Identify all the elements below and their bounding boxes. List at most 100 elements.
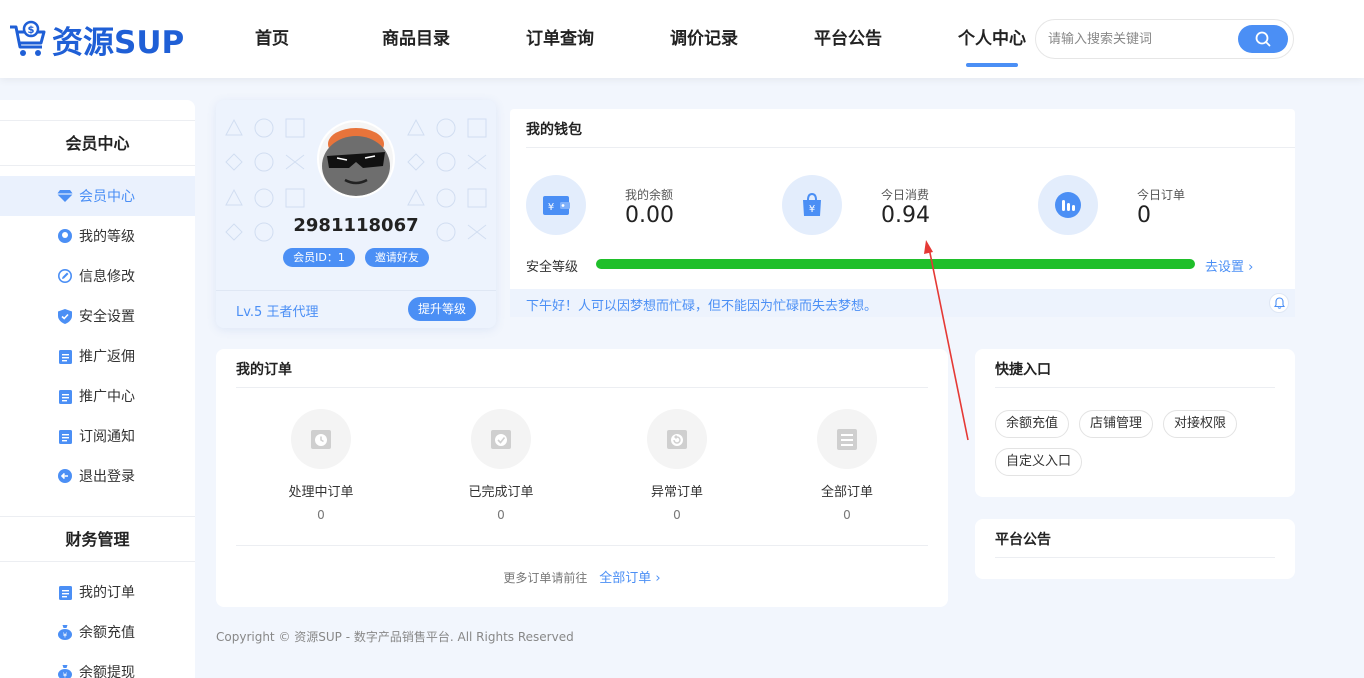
order-label: 处理中订单 xyxy=(288,485,354,500)
shopping-bag-icon: ¥ xyxy=(782,175,842,235)
stat-value: 0.94 xyxy=(881,203,930,228)
sidebar-section-finance: 财务管理 xyxy=(0,516,195,562)
sidebar-item-edit-info[interactable]: 信息修改 xyxy=(0,256,195,296)
member-id-badge: 会员ID：1 xyxy=(283,248,355,267)
wallet-title: 我的钱包 xyxy=(526,122,582,138)
nav-order-query[interactable]: 订单查询 xyxy=(488,0,632,78)
greeting-bar: 下午好！人可以因梦想而忙碌，但不能因为忙碌而失去梦想。 xyxy=(510,289,1295,317)
main-nav: 首页 商品目录 订单查询 调价记录 平台公告 个人中心 xyxy=(200,0,1064,78)
greeting-text: 下午好！人可以因梦想而忙碌，但不能因为忙碌而失去梦想。 xyxy=(526,299,878,314)
logout-icon xyxy=(57,468,73,484)
nav-price-history[interactable]: 调价记录 xyxy=(632,0,776,78)
order-count: 0 xyxy=(317,508,325,522)
sidebar-item-label: 订阅通知 xyxy=(79,429,135,445)
chevron-right-icon: › xyxy=(1248,260,1254,275)
stat-label: 我的余额 xyxy=(625,188,674,202)
all-orders-link[interactable]: 全部订单 › xyxy=(599,571,660,586)
diamond-icon xyxy=(57,188,73,204)
sidebar-item-logout[interactable]: 退出登录 xyxy=(0,456,195,496)
edit-icon xyxy=(57,268,73,284)
list-icon xyxy=(817,409,877,469)
sidebar-item-label: 我的等级 xyxy=(79,229,135,245)
order-label: 异常订单 xyxy=(650,485,703,500)
stat-value: 0 xyxy=(1137,203,1151,228)
avatar[interactable] xyxy=(317,120,395,198)
search-icon xyxy=(1255,31,1271,47)
nav-announcements[interactable]: 平台公告 xyxy=(776,0,920,78)
order-all[interactable]: 全部订单 0 xyxy=(777,409,917,522)
orders-footer-text: 更多订单请前往 xyxy=(503,571,588,585)
divider xyxy=(995,557,1275,558)
sidebar-item-label: 会员中心 xyxy=(79,189,135,205)
search-input[interactable] xyxy=(1048,28,1238,50)
bell-icon[interactable] xyxy=(1269,293,1289,313)
search-button[interactable] xyxy=(1238,25,1288,53)
shield-icon xyxy=(57,308,73,324)
sidebar-item-withdraw[interactable]: ¥ 余额提现 xyxy=(0,652,195,678)
member-level: Lv.5 王者代理 xyxy=(236,305,319,320)
sidebar-item-label: 余额充值 xyxy=(79,625,135,641)
sidebar-item-label: 安全设置 xyxy=(79,309,135,325)
stat-label: 今日订单 xyxy=(1137,188,1186,202)
sidebar-item-my-level[interactable]: 我的等级 xyxy=(0,216,195,256)
quick-entry-card: 快捷入口 余额充值 店铺管理 对接权限 自定义入口 xyxy=(975,349,1295,497)
quick-api-permission[interactable]: 对接权限 xyxy=(1163,410,1238,438)
order-count: 0 xyxy=(497,508,505,522)
sidebar-item-promo-rebate[interactable]: 推广返佣 xyxy=(0,336,195,376)
sidebar-section-member: 会员中心 xyxy=(0,120,195,166)
upgrade-level-button[interactable]: 提升等级 xyxy=(407,297,476,321)
quick-custom-entry[interactable]: 自定义入口 xyxy=(995,448,1083,476)
order-count: 0 xyxy=(843,508,851,522)
top-header: $ 资源SUP 首页 商品目录 订单查询 调价记录 平台公告 个人中心 xyxy=(0,0,1364,78)
notice-title: 平台公告 xyxy=(995,532,1051,548)
sidebar-item-security[interactable]: 安全设置 xyxy=(0,296,195,336)
orders-footer: 更多订单请前往 全部订单 › xyxy=(216,567,948,586)
all-orders-link-text: 全部订单 xyxy=(599,571,652,586)
logo-text: 资源SUP xyxy=(52,24,185,61)
sidebar-item-promo-center[interactable]: 推广中心 xyxy=(0,376,195,416)
sidebar-item-my-orders[interactable]: 我的订单 xyxy=(0,572,195,612)
copyright: Copyright © 资源SUP - 数字产品销售平台. All Rights… xyxy=(216,630,574,644)
money-bag-icon: ¥ xyxy=(57,664,73,678)
nav-home[interactable]: 首页 xyxy=(200,0,344,78)
clipboard-icon xyxy=(57,348,73,364)
search-box xyxy=(1035,19,1294,59)
profile-card: 2981118067 会员ID：1 邀请好友 Lv.5 王者代理 提升等级 xyxy=(216,100,496,328)
sidebar-item-label: 余额提现 xyxy=(79,665,135,678)
security-settings-link[interactable]: 去设置 › xyxy=(1205,256,1253,275)
divider xyxy=(526,147,1295,148)
svg-text:¥: ¥ xyxy=(809,204,815,215)
quick-recharge[interactable]: 余额充值 xyxy=(995,410,1070,438)
quick-entry-list: 余额充值 店铺管理 对接权限 自定义入口 xyxy=(995,410,1285,476)
check-icon xyxy=(471,409,531,469)
sidebar-item-label: 我的订单 xyxy=(79,585,135,601)
logo[interactable]: $ 资源SUP xyxy=(8,18,185,61)
svg-text:¥: ¥ xyxy=(548,202,554,213)
invite-friends-button[interactable]: 邀请好友 xyxy=(364,248,429,267)
wallet-icon: ¥ xyxy=(526,175,586,235)
bar-chart-icon xyxy=(1038,175,1098,235)
svg-text:¥: ¥ xyxy=(63,631,68,639)
sidebar-item-recharge[interactable]: ¥ 余额充值 xyxy=(0,612,195,652)
order-label: 已完成订单 xyxy=(468,485,534,500)
level-icon xyxy=(57,228,73,244)
clipboard-icon xyxy=(57,388,73,404)
quick-shop-manage[interactable]: 店铺管理 xyxy=(1079,410,1154,438)
order-abnormal[interactable]: 异常订单 0 xyxy=(607,409,747,522)
sidebar-item-label: 退出登录 xyxy=(79,469,135,485)
nav-catalog[interactable]: 商品目录 xyxy=(344,0,488,78)
security-link-text: 去设置 xyxy=(1205,260,1245,275)
chevron-right-icon: › xyxy=(655,571,661,586)
sidebar-item-label: 信息修改 xyxy=(79,269,135,285)
username: 2981118067 xyxy=(293,215,419,236)
sidebar: 会员中心 会员中心 我的等级 信息修改 安全设置 推广返佣 推广中心 订阅通知 … xyxy=(0,100,195,678)
money-bag-icon: ¥ xyxy=(57,624,73,640)
sidebar-item-subscription[interactable]: 订阅通知 xyxy=(0,416,195,456)
svg-text:$: $ xyxy=(28,25,35,36)
security-level-label: 安全等级 xyxy=(526,260,579,275)
order-completed[interactable]: 已完成订单 0 xyxy=(431,409,571,522)
stat-label: 今日消费 xyxy=(881,188,930,202)
order-processing[interactable]: 处理中订单 0 xyxy=(251,409,391,522)
sidebar-item-member-center[interactable]: 会员中心 xyxy=(0,176,195,216)
profile-badges: 会员ID：1 邀请好友 xyxy=(216,248,496,267)
